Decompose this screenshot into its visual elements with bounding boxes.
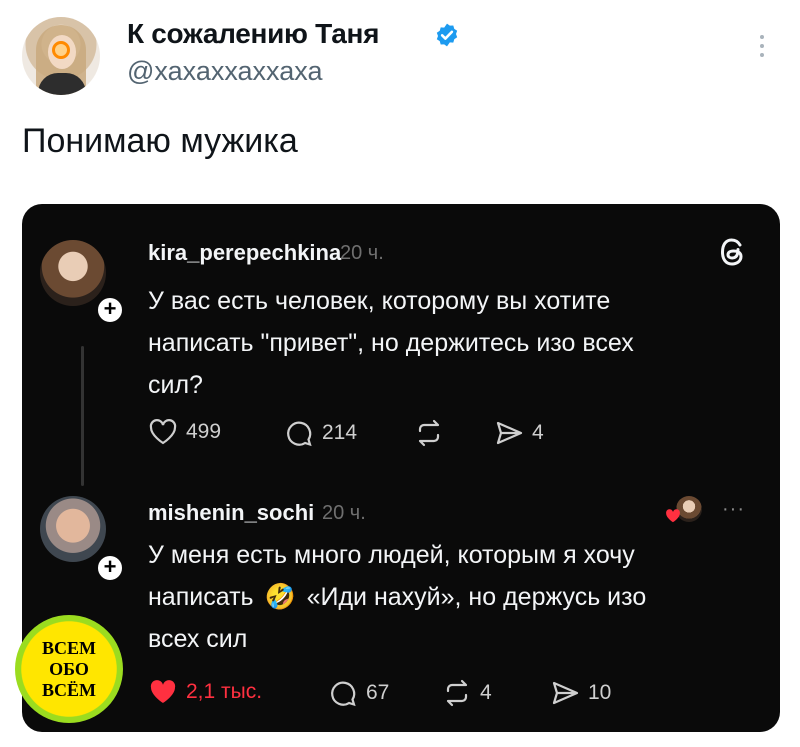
post2-more-icon[interactable]: ···: [722, 498, 745, 521]
verified-badge-icon: [436, 23, 458, 47]
post1-like-count: 499: [186, 420, 222, 443]
post1-avatar[interactable]: [40, 240, 106, 306]
post2-share-count: 10: [588, 681, 612, 704]
watermark-logo: ВСЕМ ОБО ВСЁМ: [15, 615, 123, 723]
comment-bubble-icon: [331, 681, 356, 707]
post1-text-line-2: написать "привет", но держитесь изо всех: [148, 329, 634, 357]
post2-follow-plus-icon[interactable]: +: [96, 554, 124, 582]
author-display-name[interactable]: К сожалению Таня: [127, 18, 379, 50]
post1-comment-button[interactable]: 214: [284, 418, 357, 448]
send-icon: [552, 681, 579, 705]
rofl-emoji-icon: 🤣: [264, 583, 296, 611]
post2-like-button[interactable]: 2,1 тыс.: [148, 678, 262, 706]
post2-comment-count: 67: [366, 681, 390, 704]
tweet-text: Понимаю мужика: [22, 122, 298, 160]
embedded-threads-card: + kira_perepechkina 20 ч. У вас есть чел…: [22, 204, 780, 732]
post1-comment-count: 214: [322, 421, 358, 444]
thread-connector-line: [81, 346, 84, 486]
repost-icon: [418, 419, 440, 447]
liked-heart-icon: [666, 509, 680, 523]
watermark-line-3: ВСЁМ: [42, 680, 96, 700]
author-avatar[interactable]: [22, 17, 100, 95]
post2-timestamp: 20 ч.: [322, 502, 366, 524]
post1-username[interactable]: kira_perepechkina: [148, 240, 341, 266]
post1-repost-button[interactable]: [414, 418, 444, 448]
watermark-line-1: ВСЕМ: [42, 638, 96, 658]
heart-filled-icon: [150, 680, 176, 703]
post2-share-button[interactable]: 10: [550, 678, 611, 708]
post2-text-line-1: У меня есть много людей, которым я хочу: [148, 541, 635, 569]
post1-timestamp: 20 ч.: [340, 242, 384, 264]
post2-liked-by-author-indicator: [662, 496, 706, 528]
comment-bubble-icon: [287, 421, 312, 447]
send-icon: [496, 421, 523, 445]
post1-text-line-3: сил?: [148, 371, 203, 399]
author-handle[interactable]: @хахаххаххаха: [127, 56, 322, 87]
watermark-line-2: ОБО: [49, 659, 89, 679]
post2-avatar[interactable]: [40, 496, 106, 562]
post2-text-line-3: всех сил: [148, 625, 248, 653]
post2-comment-button[interactable]: 67: [328, 678, 389, 708]
post1-share-count: 4: [532, 421, 544, 444]
post1-follow-plus-icon[interactable]: +: [96, 296, 124, 324]
post2-repost-count: 4: [480, 681, 492, 704]
post1-text-line-1: У вас есть человек, которому вы хотите: [148, 287, 611, 315]
heart-icon: [149, 419, 177, 445]
threads-logo-icon[interactable]: [718, 236, 748, 268]
post2-text-line-2: написать 🤣 «Иди нахуй», но держусь изо: [148, 576, 646, 618]
more-vertical-icon[interactable]: [752, 30, 772, 70]
post1-share-button[interactable]: 4: [494, 418, 544, 448]
post1-like-button[interactable]: 499: [148, 418, 221, 446]
post2-username[interactable]: mishenin_sochi: [148, 500, 314, 526]
post2-text-before-emoji: написать: [148, 583, 254, 611]
post2-like-count: 2,1 тыс.: [186, 680, 263, 703]
post2-repost-button[interactable]: 4: [442, 678, 492, 708]
repost-icon: [446, 679, 468, 707]
post2-text-after-emoji: «Иди нахуй», но держусь изо: [306, 583, 647, 611]
